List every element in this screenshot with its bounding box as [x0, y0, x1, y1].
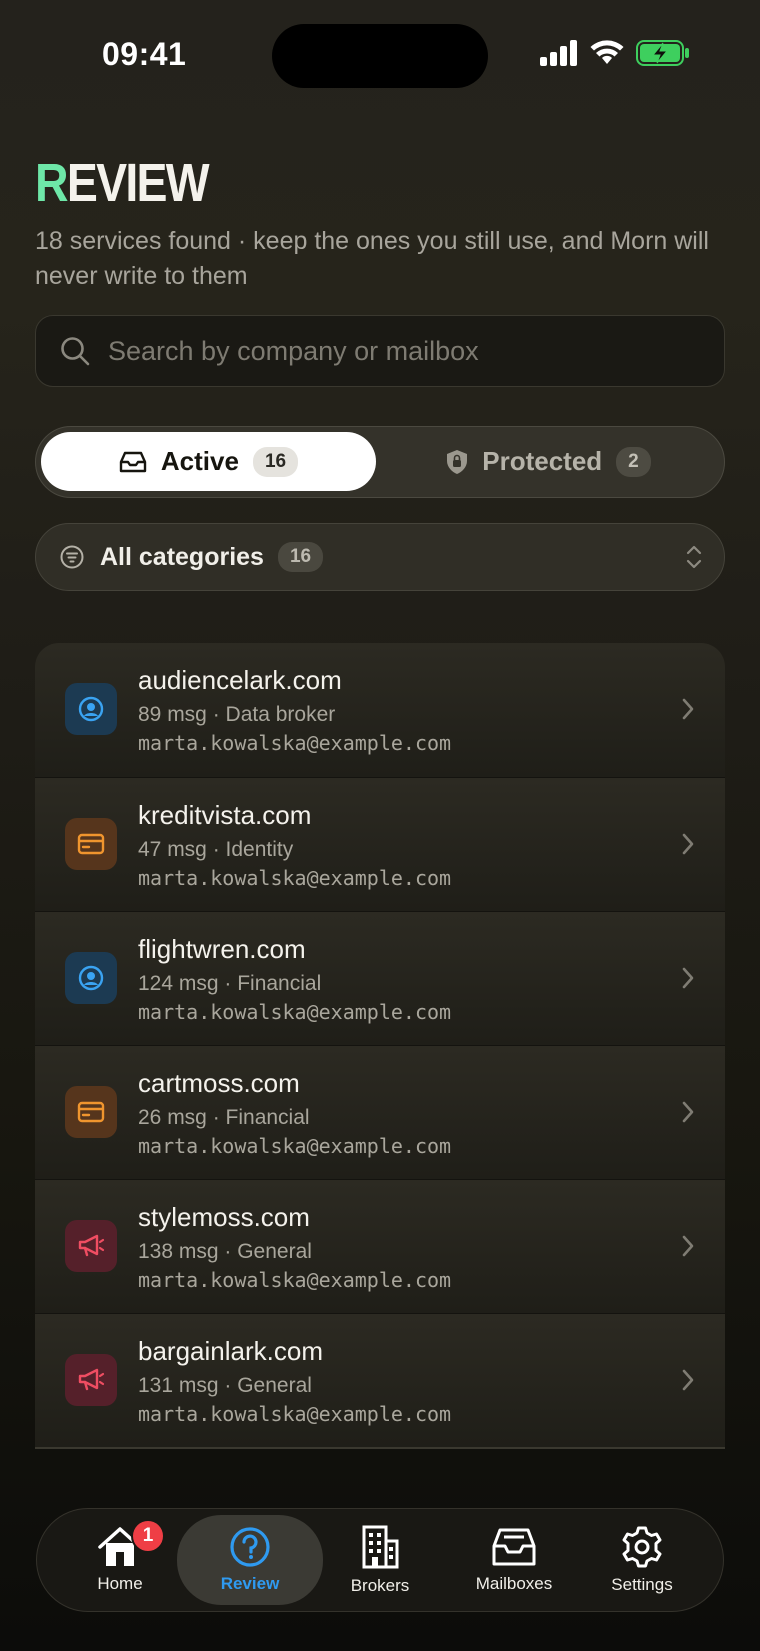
service-domain: audiencelark.com [138, 665, 342, 695]
service-row[interactable]: stylemoss.com 138 msg · General marta.ko… [35, 1179, 725, 1313]
page-title-accent: R [35, 153, 69, 213]
segment-active[interactable]: Active 16 [41, 432, 376, 491]
service-meta: 138 msg · General [138, 1240, 312, 1263]
credit-card-icon [77, 833, 105, 855]
service-mailbox: marta.kowalska@example.com [138, 1000, 452, 1024]
service-meta: 47 msg · Identity [138, 838, 294, 861]
gear-icon [622, 1526, 662, 1568]
chevron-right-icon [682, 967, 694, 989]
inbox-tray-icon [119, 451, 147, 472]
segment-protected-label: Protected [482, 446, 603, 476]
tab-bar: Home 1 Review Brokers Mailboxes Settings [36, 1508, 724, 1612]
page-subtitle: 18 services found · keep the ones you st… [35, 227, 709, 290]
tab-review-label: Review [220, 1574, 280, 1593]
chevron-right-icon [682, 1235, 694, 1257]
status-time: 09:41 [102, 36, 187, 72]
service-mailbox: marta.kowalska@example.com [138, 731, 452, 755]
tab-review[interactable]: Review [177, 1515, 323, 1605]
tab-brokers-label: Brokers [350, 1576, 410, 1595]
service-row[interactable]: kreditvista.com 47 msg · Identity marta.… [35, 777, 725, 911]
segment-protected-count: 2 [616, 446, 651, 477]
service-domain: stylemoss.com [138, 1202, 310, 1232]
building-icon [362, 1525, 399, 1569]
person-circle-icon [78, 965, 104, 991]
service-category-icon [65, 952, 117, 1004]
tab-settings[interactable]: Settings [577, 1515, 707, 1605]
chevron-right-icon [682, 833, 694, 855]
segment-protected[interactable]: Protected 2 [381, 432, 716, 491]
service-domain: bargainlark.com [138, 1336, 323, 1366]
credit-card-icon [77, 1101, 105, 1123]
service-category-icon [65, 1354, 117, 1406]
service-mailbox: marta.kowalska@example.com [138, 1402, 452, 1426]
shield-lock-icon [447, 449, 468, 474]
service-domain: cartmoss.com [138, 1068, 300, 1098]
service-meta: 26 msg · Financial [138, 1106, 310, 1129]
segment-active-label: Active [160, 446, 239, 476]
service-category-icon [65, 683, 117, 735]
cellular-signal-icon [540, 40, 577, 66]
search-icon [61, 337, 90, 366]
question-circle-icon [230, 1527, 270, 1567]
wifi-icon [590, 40, 624, 64]
service-meta: 131 msg · General [138, 1374, 312, 1397]
inbox-tray-icon [492, 1528, 536, 1566]
tab-home-label: Home [97, 1574, 143, 1593]
service-category-icon [65, 1086, 117, 1138]
filter-list-icon [60, 545, 84, 569]
page-title-rest: EVIEW [66, 153, 210, 213]
status-bar: 09:41 [0, 0, 760, 110]
search-bar[interactable] [35, 315, 725, 387]
segmented-control: Active 16 Protected 2 [35, 426, 725, 498]
search-input[interactable] [108, 335, 688, 367]
service-domain: flightwren.com [138, 934, 306, 964]
service-row[interactable]: flightwren.com 124 msg · Financial marta… [35, 911, 725, 1045]
megaphone-icon [78, 1234, 105, 1257]
megaphone-icon [78, 1368, 105, 1391]
tab-mailboxes[interactable]: Mailboxes [449, 1515, 579, 1605]
tab-brokers[interactable]: Brokers [315, 1515, 445, 1605]
chevron-up-down-icon [686, 545, 702, 569]
service-domain: kreditvista.com [138, 800, 312, 830]
dynamic-island [272, 24, 488, 88]
tab-settings-label: Settings [611, 1575, 673, 1594]
service-row[interactable]: audiencelark.com 89 msg · Data broker ma… [35, 643, 725, 777]
service-category-icon [65, 818, 117, 870]
tab-home[interactable]: Home 1 [55, 1515, 185, 1605]
category-filter-dropdown[interactable]: All categories 16 [35, 523, 725, 591]
chevron-right-icon [682, 698, 694, 720]
service-mailbox: marta.kowalska@example.com [138, 1134, 452, 1158]
category-filter-count: 16 [277, 542, 324, 572]
service-meta: 124 msg · Financial [138, 972, 322, 995]
chevron-right-icon [682, 1101, 694, 1123]
service-mailbox: marta.kowalska@example.com [138, 866, 452, 890]
service-row[interactable]: bargainlark.com 131 msg · General marta.… [35, 1313, 725, 1447]
battery-charging-icon [636, 40, 689, 66]
page-title: REVIEW [35, 152, 210, 214]
chevron-right-icon [682, 1369, 694, 1391]
services-list: audiencelark.com 89 msg · Data broker ma… [35, 643, 725, 1449]
status-icons [540, 40, 690, 66]
notification-badge: 1 [131, 1519, 165, 1553]
person-circle-icon [78, 696, 104, 722]
category-filter-label: All categories [100, 542, 264, 571]
tab-mailboxes-label: Mailboxes [475, 1574, 553, 1593]
service-row[interactable]: cartmoss.com 26 msg · Financial marta.ko… [35, 1045, 725, 1179]
service-meta: 89 msg · Data broker [138, 703, 336, 726]
service-category-icon [65, 1220, 117, 1272]
segment-active-count: 16 [252, 446, 299, 477]
service-mailbox: marta.kowalska@example.com [138, 1268, 452, 1292]
